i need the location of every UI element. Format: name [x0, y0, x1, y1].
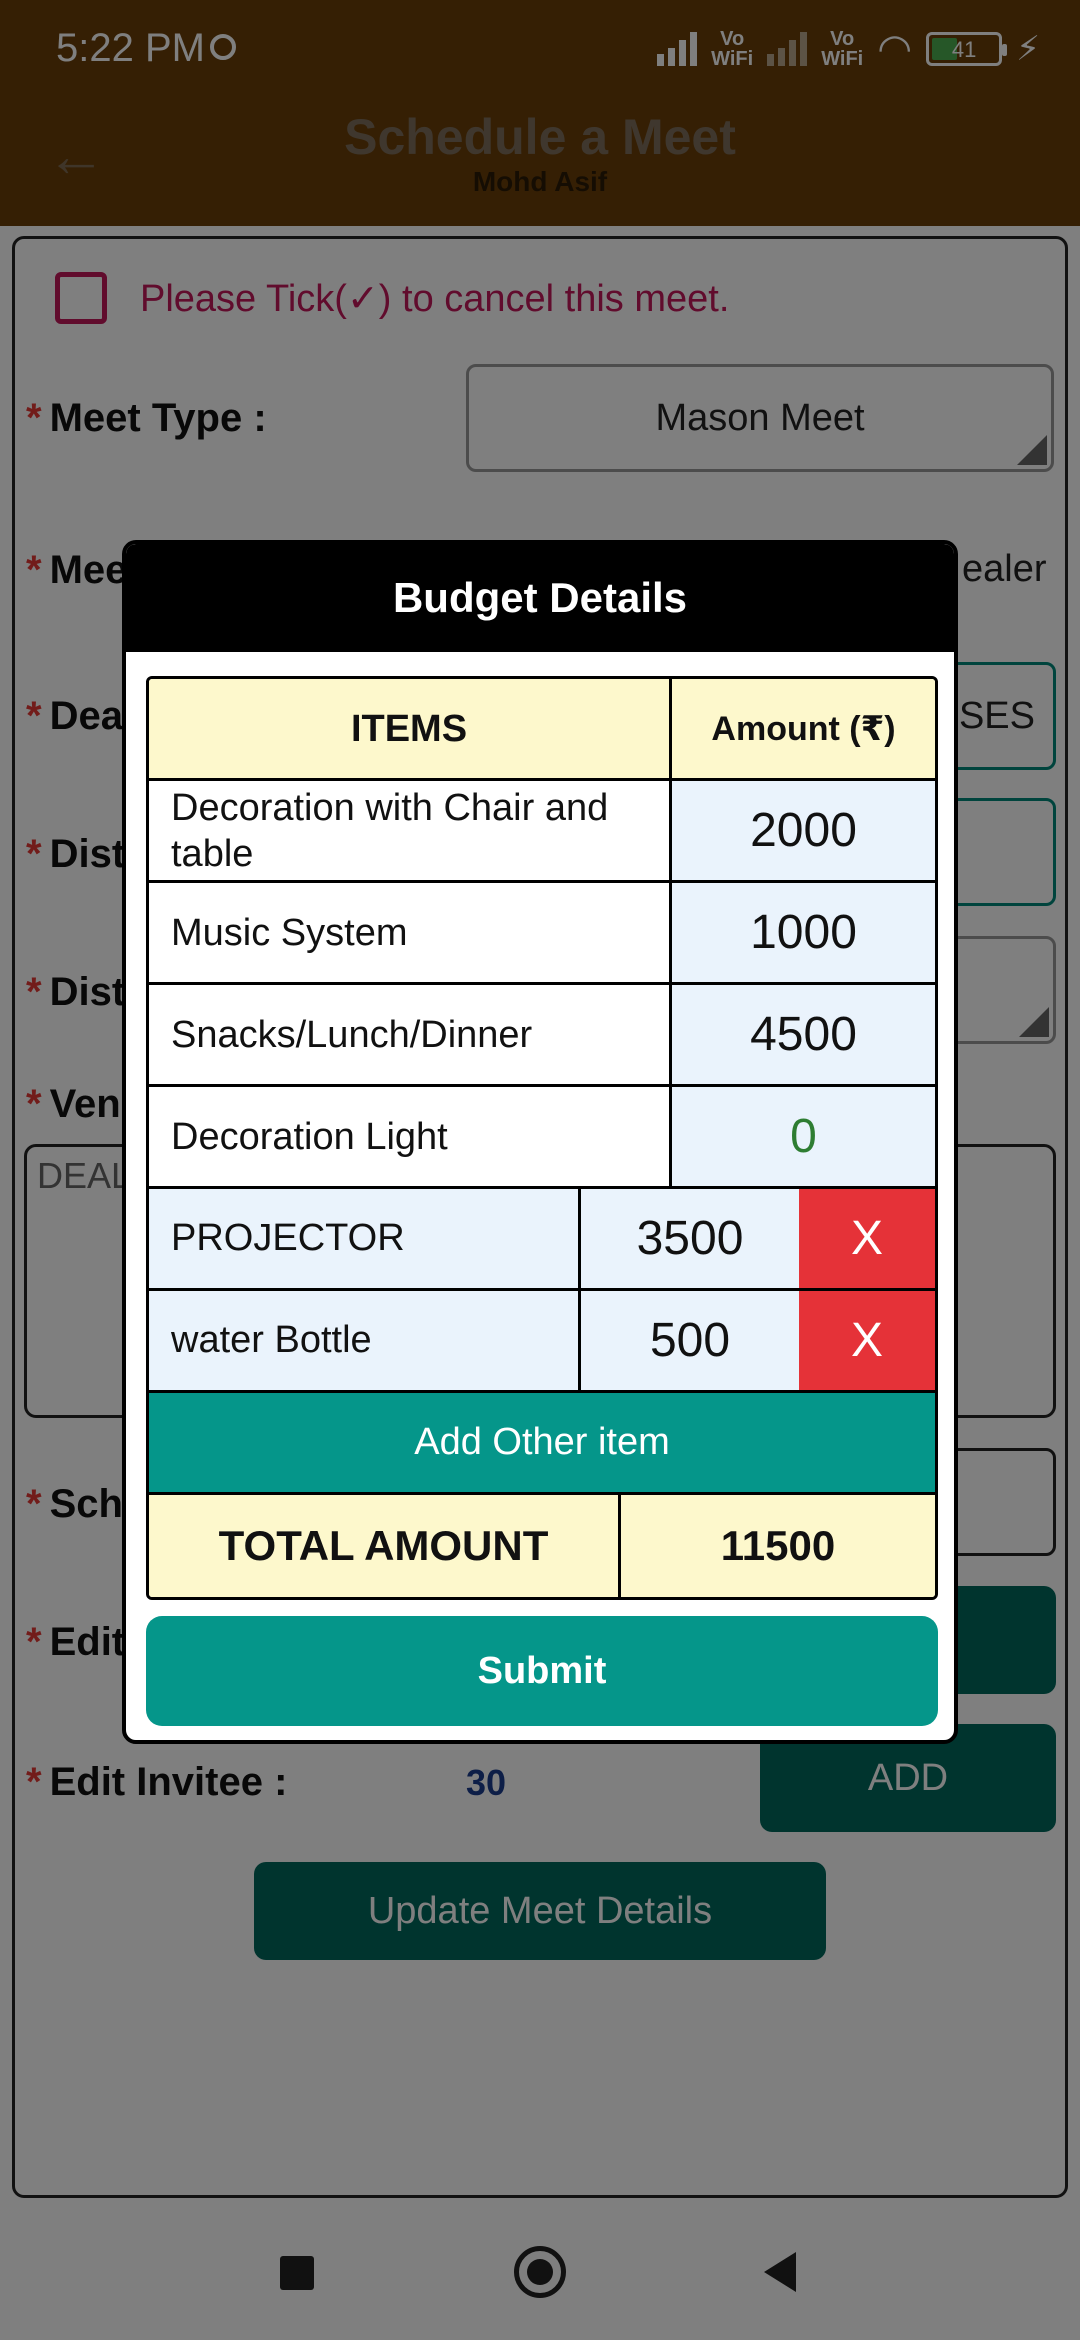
item-amount-input[interactable]: 1000 — [672, 883, 935, 982]
table-header-row: ITEMS Amount (₹) — [149, 679, 935, 781]
col-items-header: ITEMS — [149, 679, 672, 778]
other-item-amount[interactable]: 3500 — [581, 1189, 799, 1288]
submit-button[interactable]: Submit — [146, 1616, 938, 1726]
dialog-title: Budget Details — [126, 544, 954, 652]
item-name: Snacks/Lunch/Dinner — [149, 985, 672, 1084]
item-name: Decoration Light — [149, 1087, 672, 1186]
other-item-amount[interactable]: 500 — [581, 1291, 799, 1390]
item-name: Decoration with Chair and table — [149, 781, 672, 880]
item-amount-input[interactable]: 0 — [672, 1087, 935, 1186]
delete-item-button[interactable]: X — [799, 1291, 935, 1390]
budget-table: ITEMS Amount (₹) Decoration with Chair a… — [146, 676, 938, 1600]
other-item-row: PROJECTOR 3500 X — [149, 1189, 935, 1291]
table-row: Decoration with Chair and table 2000 — [149, 781, 935, 883]
other-item-name[interactable]: PROJECTOR — [149, 1189, 581, 1288]
item-amount-input[interactable]: 4500 — [672, 985, 935, 1084]
add-other-item-button[interactable]: Add Other item — [149, 1393, 935, 1495]
item-name: Music System — [149, 883, 672, 982]
total-label: TOTAL AMOUNT — [149, 1495, 621, 1597]
total-row: TOTAL AMOUNT 11500 — [149, 1495, 935, 1597]
table-row: Snacks/Lunch/Dinner 4500 — [149, 985, 935, 1087]
delete-item-button[interactable]: X — [799, 1189, 935, 1288]
other-item-name[interactable]: water Bottle — [149, 1291, 581, 1390]
item-amount-input[interactable]: 2000 — [672, 781, 935, 880]
table-row: Decoration Light 0 — [149, 1087, 935, 1189]
other-item-row: water Bottle 500 X — [149, 1291, 935, 1393]
budget-dialog: Budget Details ITEMS Amount (₹) Decorati… — [122, 540, 958, 1744]
table-row: Music System 1000 — [149, 883, 935, 985]
total-value: 11500 — [621, 1495, 935, 1597]
col-amount-header: Amount (₹) — [672, 679, 935, 778]
